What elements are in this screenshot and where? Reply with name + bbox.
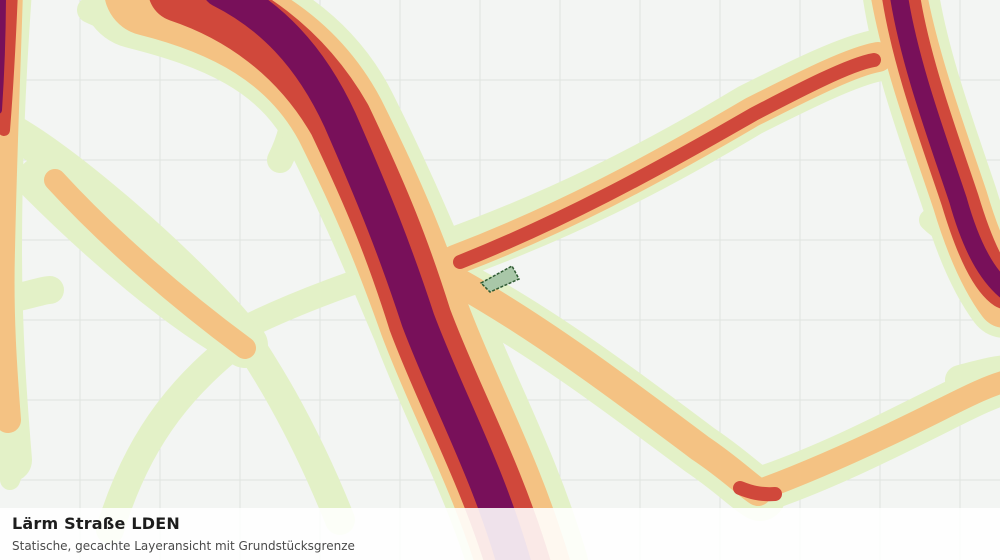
noise-map[interactable] (0, 0, 1000, 560)
map-subtitle: Statische, gecachte Layeransicht mit Gru… (12, 539, 355, 553)
map-caption: Lärm Straße LDEN Statische, gecachte Lay… (0, 508, 1000, 560)
map-title: Lärm Straße LDEN (12, 514, 180, 533)
map-view[interactable]: Lärm Straße LDEN Statische, gecachte Lay… (0, 0, 1000, 560)
